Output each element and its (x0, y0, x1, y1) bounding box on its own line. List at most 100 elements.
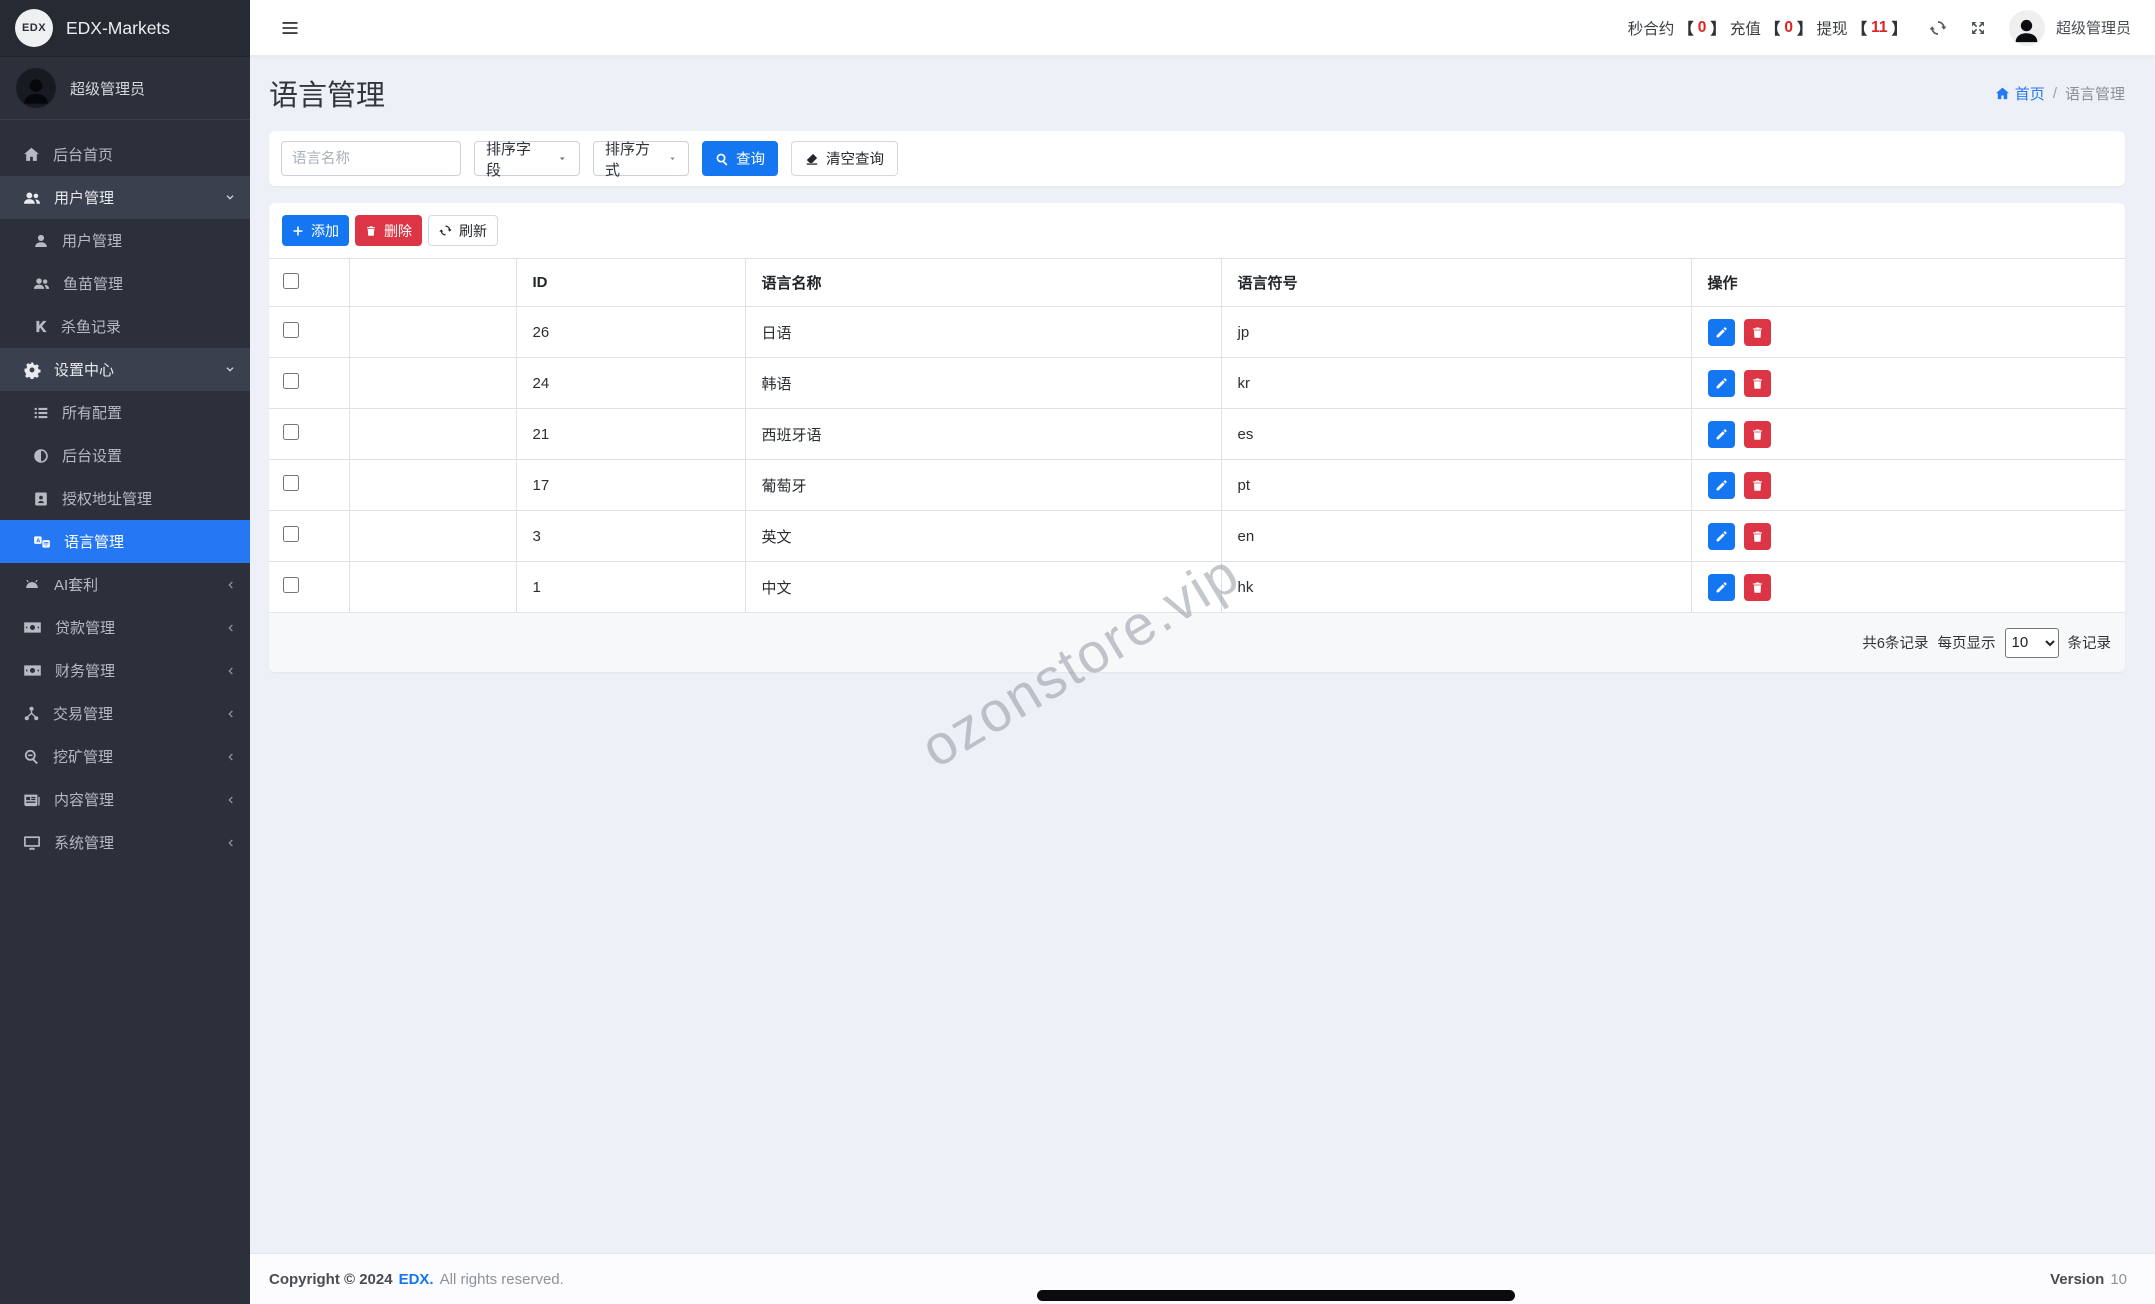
sidebar-item-user-management[interactable]: 用户管理 (0, 176, 250, 219)
table-row: 21 西班牙语 es (269, 409, 2125, 460)
caret-down-icon (557, 153, 568, 164)
search-button[interactable]: 查询 (702, 141, 778, 176)
k-letter-icon (33, 319, 48, 334)
topbar: 秒合约【0】 充值【0】 提现【11】 超级管理员 (250, 0, 2155, 56)
sidebar: EDX EDX-Markets 超级管理员 后台首页 用户管理 用户管理 鱼苗管… (0, 0, 250, 1304)
edit-row-button[interactable] (1708, 574, 1735, 601)
sidebar-toggle-button[interactable] (280, 18, 300, 38)
sidebar-item-mining-management[interactable]: 挖矿管理 (0, 735, 250, 778)
pending-stats[interactable]: 秒合约【0】 充值【0】 提现【11】 (1628, 17, 1907, 39)
pencil-icon (1715, 428, 1728, 441)
per-page-unit: 条记录 (2068, 632, 2112, 653)
clear-search-button[interactable]: 清空查询 (791, 141, 898, 176)
row-checkbox[interactable] (283, 577, 299, 593)
trash-icon (1751, 377, 1764, 390)
hamburger-icon (280, 18, 300, 38)
footer-brand-link[interactable]: EDX. (399, 1271, 434, 1288)
delete-row-button[interactable] (1744, 574, 1771, 601)
breadcrumb: 首页 / 语言管理 (1995, 83, 2125, 104)
sidebar-item-settings-center[interactable]: 设置中心 (0, 348, 250, 391)
chevron-left-icon (224, 837, 236, 849)
pencil-icon (1715, 377, 1728, 390)
per-page-label: 每页显示 (1938, 632, 1996, 653)
app-title: EDX-Markets (66, 18, 170, 39)
sort-order-select[interactable]: 排序方式 (593, 141, 689, 176)
edit-row-button[interactable] (1708, 421, 1735, 448)
cell-code: pt (1221, 460, 1691, 511)
sidebar-item-loan-management[interactable]: 贷款管理 (0, 606, 250, 649)
sidebar-item-trade-management[interactable]: 交易管理 (0, 692, 250, 735)
select-all-checkbox[interactable] (283, 273, 299, 289)
row-checkbox[interactable] (283, 322, 299, 338)
sidebar-item-all-configs[interactable]: 所有配置 (0, 391, 250, 434)
table-toolbar: 添加 删除 刷新 (269, 215, 2125, 258)
stat-value: 11 (1871, 19, 1887, 37)
adjust-icon (33, 448, 49, 464)
delete-row-button[interactable] (1744, 319, 1771, 346)
edit-row-button[interactable] (1708, 319, 1735, 346)
sidebar-item-fry-management[interactable]: 鱼苗管理 (0, 262, 250, 305)
sidebar-item-user-list[interactable]: 用户管理 (0, 219, 250, 262)
chevron-left-icon (224, 622, 236, 634)
sidebar-item-finance-management[interactable]: 财务管理 (0, 649, 250, 692)
delete-button[interactable]: 删除 (355, 215, 422, 246)
header-checkbox-cell (269, 259, 349, 307)
id-card-icon (33, 491, 49, 507)
per-page-select[interactable]: 10 (2005, 628, 2059, 658)
search-minus-icon (23, 748, 40, 765)
row-checkbox[interactable] (283, 526, 299, 542)
sort-field-select[interactable]: 排序字段 (474, 141, 580, 176)
cell-id: 21 (516, 409, 745, 460)
row-checkbox[interactable] (283, 424, 299, 440)
trash-icon (1751, 530, 1764, 543)
cell-id: 3 (516, 511, 745, 562)
sidebar-item-backend-settings[interactable]: 后台设置 (0, 434, 250, 477)
trash-icon (1751, 428, 1764, 441)
cell-id: 1 (516, 562, 745, 613)
fullscreen-button[interactable] (1969, 19, 1987, 37)
user-menu[interactable]: 超级管理员 (2009, 10, 2131, 46)
table-row: 17 葡萄牙 pt (269, 460, 2125, 511)
trash-icon (1751, 479, 1764, 492)
sidebar-item-content-management[interactable]: 内容管理 (0, 778, 250, 821)
edit-row-button[interactable] (1708, 472, 1735, 499)
header-name: 语言名称 (745, 259, 1221, 307)
cell-code: kr (1221, 358, 1691, 409)
language-name-input[interactable] (281, 141, 461, 176)
delete-row-button[interactable] (1744, 370, 1771, 397)
stat-label: 提现 (1817, 17, 1848, 39)
topbar-user-name: 超级管理员 (2056, 17, 2131, 38)
row-checkbox[interactable] (283, 475, 299, 491)
language-icon (33, 533, 51, 551)
edit-row-button[interactable] (1708, 370, 1735, 397)
cell-id: 26 (516, 307, 745, 358)
add-button[interactable]: 添加 (282, 215, 349, 246)
sidebar-item-auth-address-management[interactable]: 授权地址管理 (0, 477, 250, 520)
header-blank-cell (349, 259, 516, 307)
version-value: 10 (2110, 1271, 2127, 1288)
main-content: 语言管理 首页 / 语言管理 排序字段 排序方式 查询 清空查询 (250, 56, 2155, 1304)
refresh-button[interactable]: 刷新 (428, 215, 498, 246)
breadcrumb-home-link[interactable]: 首页 (1995, 83, 2045, 104)
sidebar-item-language-management[interactable]: 语言管理 (0, 520, 250, 563)
delete-row-button[interactable] (1744, 523, 1771, 550)
edit-row-button[interactable] (1708, 523, 1735, 550)
delete-row-button[interactable] (1744, 472, 1771, 499)
sidebar-item-kill-fish-records[interactable]: 杀鱼记录 (0, 305, 250, 348)
cell-code: es (1221, 409, 1691, 460)
table-row: 26 日语 jp (269, 307, 2125, 358)
row-checkbox[interactable] (283, 373, 299, 389)
sidebar-avatar (16, 68, 56, 108)
search-icon (715, 152, 729, 166)
exchange-nodes-icon (23, 705, 40, 722)
page-header: 语言管理 首页 / 语言管理 (250, 56, 2155, 131)
cell-name: 西班牙语 (745, 409, 1221, 460)
delete-row-button[interactable] (1744, 421, 1771, 448)
sidebar-item-home[interactable]: 后台首页 (0, 133, 250, 176)
sidebar-item-ai-arbitrage[interactable]: AI套利 (0, 563, 250, 606)
desktop-icon (23, 834, 41, 852)
refresh-page-button[interactable] (1929, 19, 1947, 37)
sidebar-item-system-management[interactable]: 系统管理 (0, 821, 250, 864)
home-indicator-bar (1037, 1290, 1515, 1301)
brand-logo-text: EDX (22, 22, 46, 34)
